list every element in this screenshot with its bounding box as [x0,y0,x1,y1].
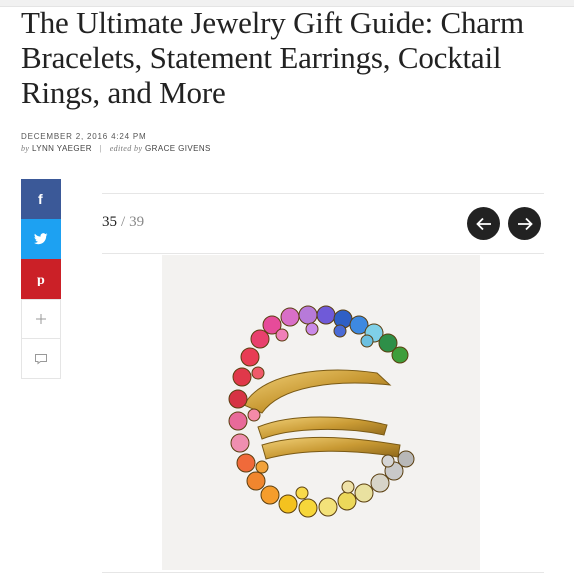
article-meta: DECEMBER 2, 2016 4:24 PM by LYNN YAEGER … [21,132,211,155]
share-bar: f p [21,179,61,379]
comment-icon [35,353,47,365]
twitter-share-button[interactable] [21,219,61,259]
comment-button[interactable] [21,339,61,379]
plus-icon [36,314,46,324]
arrow-right-icon [517,217,533,230]
facebook-icon: f [38,191,43,207]
twitter-icon [34,233,48,245]
svg-text:p: p [37,273,45,286]
slideshow-mid-rule [102,253,544,254]
slide-total: 39 [129,214,145,230]
slide-separator: / [121,214,126,230]
slide-current: 35 [102,214,117,230]
slideshow-bottom-rule [102,572,544,573]
slide-counter: 35/39 [102,214,144,231]
editor-prefix: edited by [109,144,143,153]
more-share-button[interactable] [21,299,61,339]
pinterest-icon: p [37,273,45,286]
slideshow-top-rule [102,193,544,194]
facebook-share-button[interactable]: f [21,179,61,219]
pinterest-share-button[interactable]: p [21,259,61,299]
slide-image[interactable] [162,255,480,570]
author-link[interactable]: LYNN YAEGER [32,144,92,153]
editor-link[interactable]: GRACE GIVENS [145,144,211,153]
ring-illustration [228,305,415,518]
byline: by LYNN YAEGER | edited by GRACE GIVENS [21,143,211,155]
article-headline: The Ultimate Jewelry Gift Guide: Charm B… [21,5,524,110]
byline-divider: | [99,144,103,153]
svg-text:f: f [38,191,43,207]
article-date: DECEMBER 2, 2016 4:24 PM [21,132,147,141]
arrow-left-icon [475,217,491,230]
previous-slide-button[interactable] [467,207,500,240]
byline-prefix: by [21,144,30,153]
next-slide-button[interactable] [508,207,541,240]
